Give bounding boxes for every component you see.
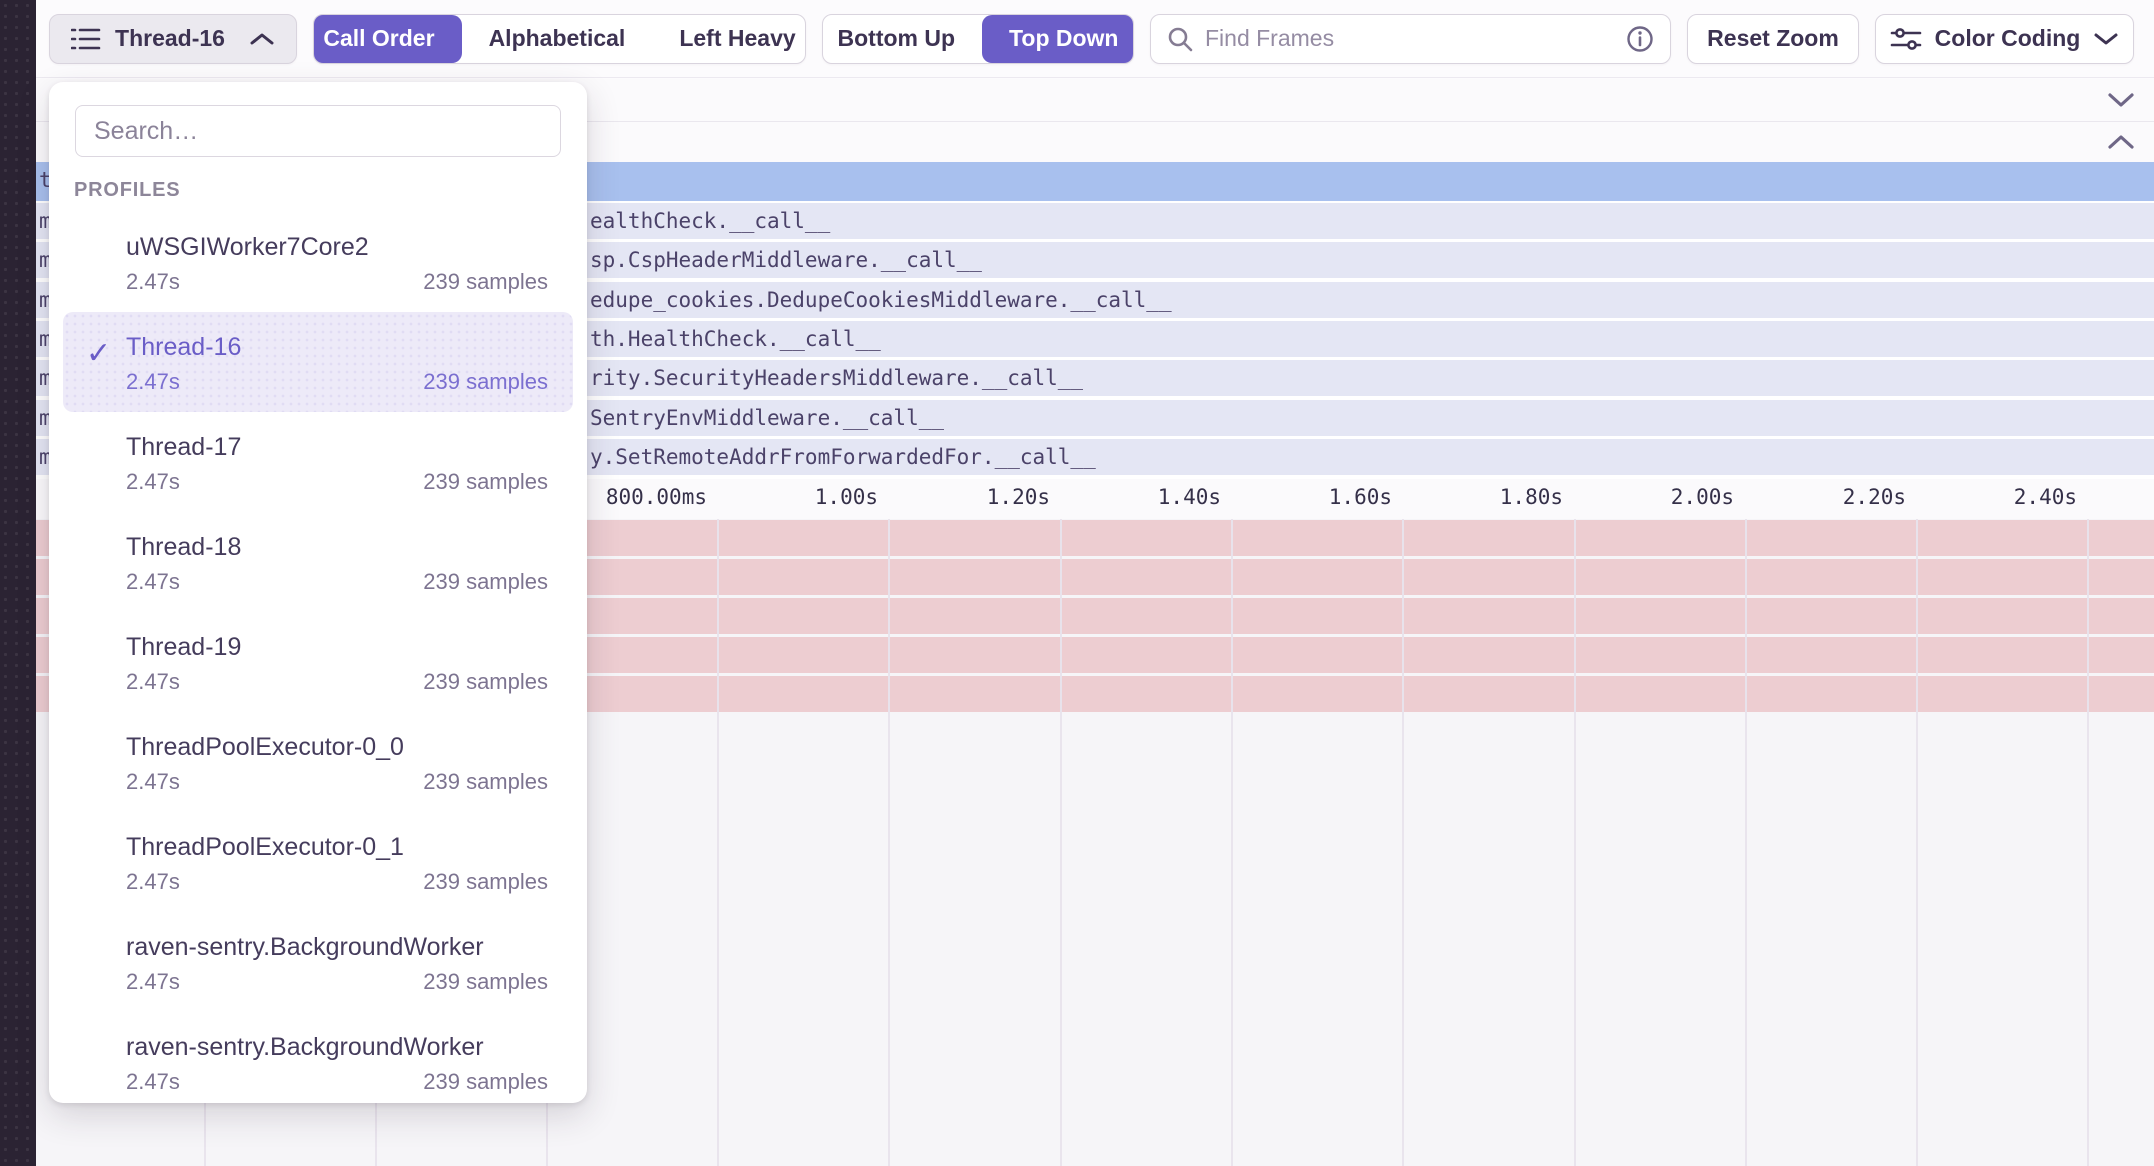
profile-samples: 239 samples <box>423 1069 548 1095</box>
frame-label: SentryEnvMiddleware.__call__ <box>590 400 944 436</box>
axis-tick: 2.40s <box>2014 485 2077 509</box>
sliders-icon <box>1890 26 1922 52</box>
tab-left-heavy[interactable]: Left Heavy <box>652 15 806 63</box>
frame-label: th.HealthCheck.__call__ <box>590 321 881 357</box>
profile-name: Thread-18 <box>126 531 548 563</box>
profile-samples: 239 samples <box>423 769 548 795</box>
tab-bottom-up[interactable]: Bottom Up <box>822 15 982 63</box>
axis-tick: 1.00s <box>815 485 878 509</box>
info-icon[interactable] <box>1626 25 1654 53</box>
profile-duration: 2.47s <box>126 369 180 395</box>
frame-label: ealthCheck.__call__ <box>590 203 830 239</box>
tab-call-order[interactable]: Call Order <box>313 15 462 63</box>
profile-duration: 2.47s <box>126 869 180 895</box>
color-coding-button[interactable]: Color Coding <box>1875 14 2134 64</box>
profile-duration: 2.47s <box>126 269 180 295</box>
profile-item[interactable]: ✓ Thread-17 2.47s 239 samples <box>63 412 573 512</box>
chevron-up-icon <box>249 31 275 47</box>
chevron-up-icon[interactable] <box>2106 133 2136 151</box>
frame-label: y.SetRemoteAddrFromForwardedFor.__call__ <box>590 439 1096 475</box>
reset-zoom-button[interactable]: Reset Zoom <box>1687 14 1859 64</box>
profile-item[interactable]: ✓ raven-sentry.BackgroundWorker 2.47s 23… <box>63 1012 573 1112</box>
profile-samples: 239 samples <box>423 569 548 595</box>
profile-item[interactable]: ✓ ThreadPoolExecutor-0_0 2.47s 239 sampl… <box>63 712 573 812</box>
profiles-search-input[interactable] <box>75 105 561 157</box>
profile-name: Thread-19 <box>126 631 548 663</box>
profile-name: raven-sentry.BackgroundWorker <box>126 1031 548 1063</box>
profile-duration: 2.47s <box>126 469 180 495</box>
axis-tick: 1.20s <box>987 485 1050 509</box>
profile-samples: 239 samples <box>423 369 548 395</box>
profile-name: Thread-16 <box>126 331 548 363</box>
search-icon <box>1167 26 1193 52</box>
chevron-down-icon <box>2093 31 2119 47</box>
axis-tick: 1.40s <box>1158 485 1221 509</box>
checkmark-icon: ✓ <box>86 336 111 371</box>
thread-selector-button[interactable]: Thread-16 <box>49 14 297 64</box>
profiles-section-label: PROFILES <box>74 179 587 202</box>
profile-duration: 2.47s <box>126 569 180 595</box>
axis-tick: 1.80s <box>1500 485 1563 509</box>
color-coding-label: Color Coding <box>1935 25 2081 52</box>
axis-tick: 2.00s <box>1671 485 1734 509</box>
order-tabs: Call Order Alphabetical Left Heavy <box>313 14 806 64</box>
profile-samples: 239 samples <box>423 969 548 995</box>
profile-name: Thread-17 <box>126 431 548 463</box>
profile-item[interactable]: ✓ Thread-18 2.47s 239 samples <box>63 512 573 612</box>
profile-duration: 2.47s <box>126 669 180 695</box>
toolbar: Thread-16 Call Order Alphabetical Left H… <box>36 0 2154 78</box>
direction-tabs: Bottom Up Top Down <box>822 14 1134 64</box>
profile-item[interactable]: ✓ raven-sentry.BackgroundWorker 2.47s 23… <box>63 912 573 1012</box>
profile-duration: 2.47s <box>126 969 180 995</box>
profile-samples: 239 samples <box>423 269 548 295</box>
profile-name: ThreadPoolExecutor-0_1 <box>126 831 548 863</box>
find-frames-field <box>1150 14 1671 64</box>
thread-selector-label: Thread-16 <box>115 25 225 52</box>
profile-name: raven-sentry.BackgroundWorker <box>126 931 548 963</box>
profile-duration: 2.47s <box>126 769 180 795</box>
axis-tick: 800.00ms <box>606 485 707 509</box>
find-frames-input[interactable] <box>1205 25 1614 52</box>
profiles-dropdown: PROFILES ✓ uWSGIWorker7Core2 2.47s 239 s… <box>49 82 587 1103</box>
tab-top-down[interactable]: Top Down <box>982 15 1134 63</box>
frame-label: sp.CspHeaderMiddleware.__call__ <box>590 242 982 278</box>
axis-tick: 1.60s <box>1329 485 1392 509</box>
list-icon <box>71 26 101 52</box>
profile-name: uWSGIWorker7Core2 <box>126 231 548 263</box>
profile-samples: 239 samples <box>423 869 548 895</box>
frame-label: rity.SecurityHeadersMiddleware.__call__ <box>590 360 1083 396</box>
app-sidebar <box>0 0 36 1166</box>
axis-tick: 2.20s <box>1843 485 1906 509</box>
profile-item-selected[interactable]: ✓ Thread-16 2.47s 239 samples <box>63 312 573 412</box>
tab-alphabetical[interactable]: Alphabetical <box>462 15 653 63</box>
profile-name: ThreadPoolExecutor-0_0 <box>126 731 548 763</box>
profile-item[interactable]: ✓ uWSGIWorker7Core2 2.47s 239 samples <box>63 212 573 312</box>
profile-samples: 239 samples <box>423 669 548 695</box>
chevron-down-icon[interactable] <box>2106 91 2136 109</box>
profile-item[interactable]: ✓ Thread-19 2.47s 239 samples <box>63 612 573 712</box>
profile-samples: 239 samples <box>423 469 548 495</box>
frame-label: edupe_cookies.DedupeCookiesMiddleware.__… <box>590 282 1172 318</box>
profile-duration: 2.47s <box>126 1069 180 1095</box>
profile-item[interactable]: ✓ ThreadPoolExecutor-0_1 2.47s 239 sampl… <box>63 812 573 912</box>
